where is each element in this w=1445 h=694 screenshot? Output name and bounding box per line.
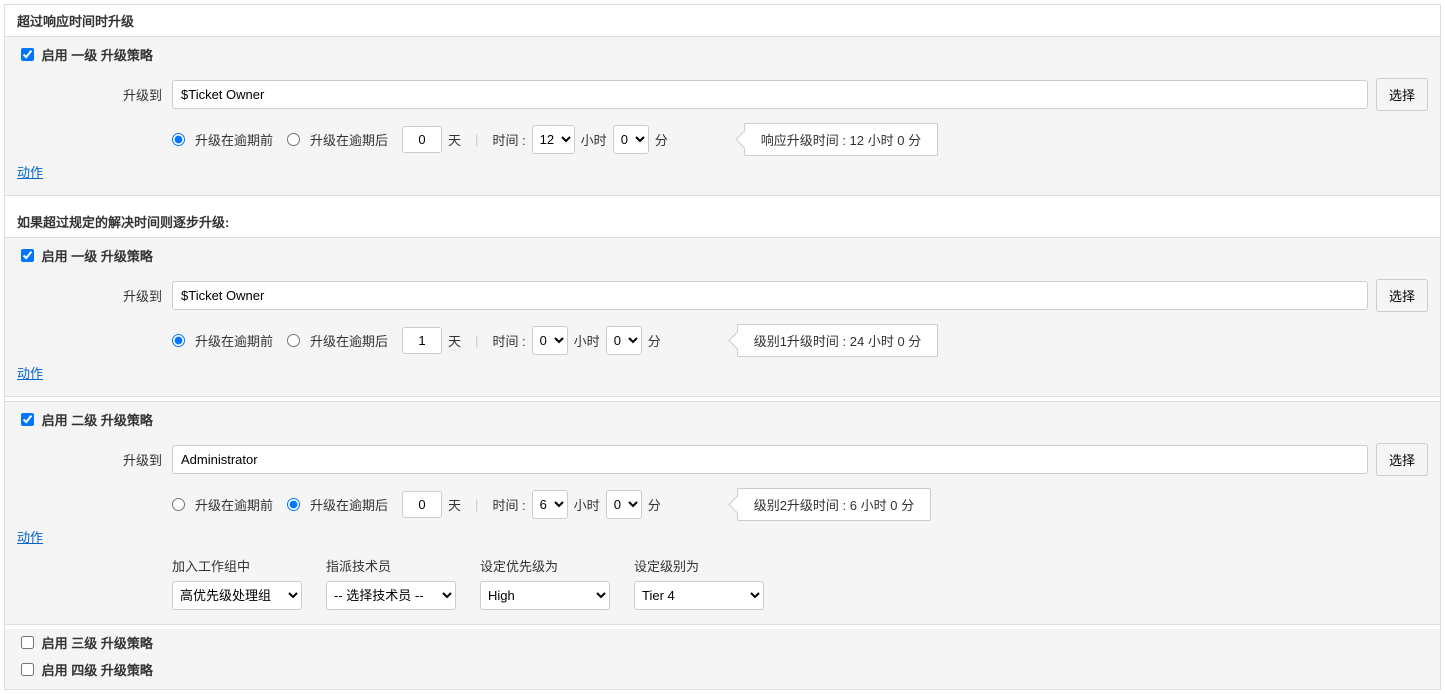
- resolution-level2-enable-checkbox[interactable]: [21, 413, 34, 426]
- select-button[interactable]: 选择: [1376, 279, 1428, 312]
- response-level1-enable-label: 启用 一级 升级策略: [42, 48, 153, 63]
- response-escalation-header: 超过响应时间时升级: [5, 5, 1440, 36]
- escalation-time-badge: 级别1升级时间 : 24 小时 0 分: [737, 324, 939, 357]
- minutes-unit: 分: [655, 130, 668, 149]
- escalate-to-input[interactable]: [172, 281, 1368, 310]
- before-due-label: 升级在逾期前: [195, 495, 273, 514]
- escalation-time-badge: 响应升级时间 : 12 小时 0 分: [744, 123, 938, 156]
- minutes-unit: 分: [648, 495, 661, 514]
- time-label: 时间 :: [492, 495, 525, 514]
- minutes-unit: 分: [648, 331, 661, 350]
- after-due-label: 升级在逾期后: [310, 495, 388, 514]
- after-due-label: 升级在逾期后: [310, 130, 388, 149]
- separator: |: [475, 497, 478, 512]
- days-input[interactable]: [402, 327, 442, 354]
- resolution-level1-enable-checkbox[interactable]: [21, 249, 34, 262]
- escalate-to-label: 升级到: [17, 286, 172, 305]
- time-label: 时间 :: [492, 130, 525, 149]
- days-input[interactable]: [402, 126, 442, 153]
- level2-actions: 加入工作组中 高优先级处理组 指派技术员 -- 选择技术员 -- 设定优先级为 …: [172, 546, 1428, 610]
- resolution-level1-enable-label: 启用 一级 升级策略: [42, 249, 153, 264]
- hours-unit: 小时: [581, 130, 607, 149]
- escalation-time-badge: 级别2升级时间 : 6 小时 0 分: [737, 488, 931, 521]
- resolution-level4-row: 启用 四级 升级策略: [5, 656, 1440, 689]
- response-level1-block: 启用 一级 升级策略 升级到 选择 升级在逾期前 升级在逾期后 天 | 时间 :…: [5, 36, 1440, 196]
- separator: |: [475, 333, 478, 348]
- resolution-level4-enable-label: 启用 四级 升级策略: [42, 663, 153, 678]
- before-due-radio[interactable]: [172, 498, 185, 511]
- after-due-radio[interactable]: [287, 334, 300, 347]
- before-due-radio[interactable]: [172, 133, 185, 146]
- escalate-to-input[interactable]: [172, 80, 1368, 109]
- minutes-select[interactable]: 0: [613, 125, 649, 154]
- time-label: 时间 :: [492, 331, 525, 350]
- before-due-radio[interactable]: [172, 334, 185, 347]
- hours-unit: 小时: [574, 331, 600, 350]
- minutes-select[interactable]: 0: [606, 490, 642, 519]
- set-level-label: 设定级别为: [634, 556, 764, 575]
- hours-select[interactable]: 0: [532, 326, 568, 355]
- hours-select[interactable]: 6: [532, 490, 568, 519]
- hours-select[interactable]: 12: [532, 125, 575, 154]
- assign-tech-label: 指派技术员: [326, 556, 456, 575]
- assign-tech-select[interactable]: -- 选择技术员 --: [326, 581, 456, 610]
- set-priority-label: 设定优先级为: [480, 556, 610, 575]
- join-group-select[interactable]: 高优先级处理组: [172, 581, 302, 610]
- days-unit: 天: [448, 130, 461, 149]
- set-priority-select[interactable]: High: [480, 581, 610, 610]
- escalate-to-input[interactable]: [172, 445, 1368, 474]
- resolution-level4-enable-checkbox[interactable]: [21, 663, 34, 676]
- select-button[interactable]: 选择: [1376, 443, 1428, 476]
- escalation-settings: 超过响应时间时升级 启用 一级 升级策略 升级到 选择 升级在逾期前 升级在逾期…: [4, 4, 1441, 690]
- join-group-label: 加入工作组中: [172, 556, 302, 575]
- resolution-level3-enable-checkbox[interactable]: [21, 636, 34, 649]
- resolution-escalation-header: 如果超过规定的解决时间则逐步升级:: [5, 206, 1440, 237]
- hours-unit: 小时: [574, 495, 600, 514]
- select-button[interactable]: 选择: [1376, 78, 1428, 111]
- action-link[interactable]: 动作: [17, 527, 1428, 546]
- after-due-radio[interactable]: [287, 498, 300, 511]
- resolution-level2-enable-label: 启用 二级 升级策略: [42, 413, 153, 428]
- days-unit: 天: [448, 331, 461, 350]
- after-due-radio[interactable]: [287, 133, 300, 146]
- after-due-label: 升级在逾期后: [310, 331, 388, 350]
- resolution-level1-block: 启用 一级 升级策略 升级到 选择 升级在逾期前 升级在逾期后 天 | 时间 :…: [5, 237, 1440, 397]
- separator: |: [475, 132, 478, 147]
- resolution-level3-enable-label: 启用 三级 升级策略: [42, 636, 153, 651]
- minutes-select[interactable]: 0: [606, 326, 642, 355]
- resolution-level3-row: 启用 三级 升级策略: [5, 629, 1440, 656]
- action-link[interactable]: 动作: [17, 363, 1428, 382]
- response-level1-enable-checkbox[interactable]: [21, 48, 34, 61]
- escalate-to-label: 升级到: [17, 450, 172, 469]
- resolution-level2-block: 启用 二级 升级策略 升级到 选择 升级在逾期前 升级在逾期后 天 | 时间 :…: [5, 401, 1440, 625]
- set-level-select[interactable]: Tier 4: [634, 581, 764, 610]
- days-unit: 天: [448, 495, 461, 514]
- before-due-label: 升级在逾期前: [195, 130, 273, 149]
- days-input[interactable]: [402, 491, 442, 518]
- before-due-label: 升级在逾期前: [195, 331, 273, 350]
- action-link[interactable]: 动作: [17, 162, 1428, 181]
- escalate-to-label: 升级到: [17, 85, 172, 104]
